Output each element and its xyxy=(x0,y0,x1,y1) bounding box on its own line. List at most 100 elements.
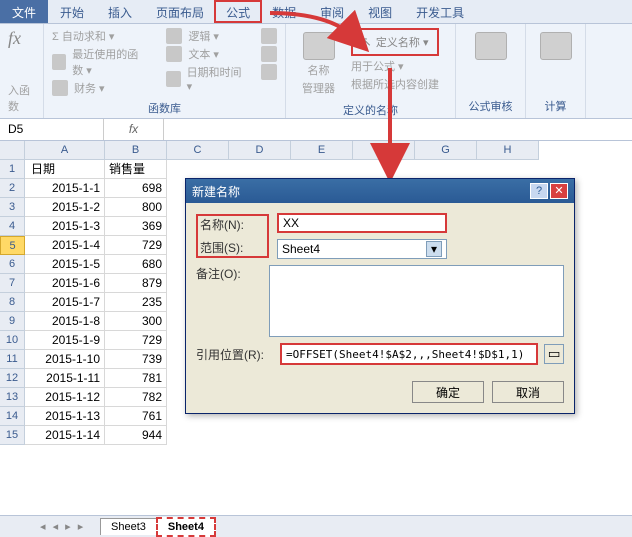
menu-view[interactable]: 视图 xyxy=(356,0,404,23)
header-cell[interactable]: 销售量 xyxy=(105,160,167,179)
col-header-f[interactable]: F xyxy=(353,141,415,160)
date-cell[interactable]: 2015-1-13 xyxy=(25,407,105,426)
create-from-selection-button[interactable]: 根据所选内容创建 xyxy=(351,76,439,92)
col-header-c[interactable]: C xyxy=(167,141,229,160)
ref-input[interactable] xyxy=(280,343,538,365)
ribbon: fx 入函数 Σ 自动求和 ▾ 最近使用的函数 ▾ 财务 ▾ 逻辑 ▾ 文本 ▾… xyxy=(0,24,632,119)
row-header[interactable]: 15 xyxy=(0,426,25,445)
cancel-button[interactable]: 取消 xyxy=(492,381,564,403)
text-button[interactable]: 文本 ▾ xyxy=(166,46,243,62)
formula-audit-button[interactable] xyxy=(464,28,517,64)
menu-formulas[interactable]: 公式 xyxy=(214,0,262,23)
select-all-corner[interactable] xyxy=(0,141,25,160)
menu-insert[interactable]: 插入 xyxy=(96,0,144,23)
row-header[interactable]: 9 xyxy=(0,312,25,331)
sheet-tab-sheet4[interactable]: Sheet4 xyxy=(156,517,216,537)
autosum-button[interactable]: Σ 自动求和 ▾ xyxy=(52,28,148,44)
menu-home[interactable]: 开始 xyxy=(48,0,96,23)
col-header-a[interactable]: A xyxy=(25,141,105,160)
value-cell[interactable]: 369 xyxy=(105,217,167,236)
value-cell[interactable]: 729 xyxy=(105,331,167,350)
row-header[interactable]: 11 xyxy=(0,350,25,369)
fx-label[interactable]: fx xyxy=(104,119,164,140)
new-name-dialog: 新建名称 ? ✕ 名称(N): 范围(S): Sheet4 ▾ 备注(O): xyxy=(185,178,575,414)
calculation-button[interactable] xyxy=(534,28,577,64)
use-in-formula-button[interactable]: 用于公式 ▾ xyxy=(351,58,439,74)
dropdown-icon[interactable]: ▾ xyxy=(426,241,442,257)
date-cell[interactable]: 2015-1-4 xyxy=(25,236,105,255)
dialog-close-button[interactable]: ✕ xyxy=(550,183,568,199)
scope-value: Sheet4 xyxy=(282,242,320,256)
dialog-help-button[interactable]: ? xyxy=(530,183,548,199)
row-header[interactable]: 6 xyxy=(0,255,25,274)
row-header[interactable]: 13 xyxy=(0,388,25,407)
menu-data[interactable]: 数据 xyxy=(260,0,308,23)
row-header[interactable]: 5 xyxy=(0,236,25,255)
row-header[interactable]: 10 xyxy=(0,331,25,350)
menu-pagelayout[interactable]: 页面布局 xyxy=(144,0,216,23)
dialog-titlebar[interactable]: 新建名称 ? ✕ xyxy=(186,179,574,203)
name-input[interactable] xyxy=(277,213,447,233)
row-header[interactable]: 3 xyxy=(0,198,25,217)
date-cell[interactable]: 2015-1-14 xyxy=(25,426,105,445)
date-cell[interactable]: 2015-1-8 xyxy=(25,312,105,331)
header-cell[interactable]: 日期 xyxy=(25,160,105,179)
date-cell[interactable]: 2015-1-12 xyxy=(25,388,105,407)
comment-textarea[interactable] xyxy=(269,265,564,337)
col-header-h[interactable]: H xyxy=(477,141,539,160)
value-cell[interactable]: 729 xyxy=(105,236,167,255)
col-header-g[interactable]: G xyxy=(415,141,477,160)
sheet-tab-sheet3[interactable]: Sheet3 xyxy=(100,518,157,535)
row-header[interactable]: 14 xyxy=(0,407,25,426)
define-name-button[interactable]: ↖ 定义名称 ▾ xyxy=(351,28,439,56)
value-cell[interactable]: 698 xyxy=(105,179,167,198)
value-cell[interactable]: 761 xyxy=(105,407,167,426)
date-cell[interactable]: 2015-1-3 xyxy=(25,217,105,236)
row-header[interactable]: 12 xyxy=(0,369,25,388)
row-header[interactable]: 8 xyxy=(0,293,25,312)
date-cell[interactable]: 2015-1-11 xyxy=(25,369,105,388)
recent-button[interactable]: 最近使用的函数 ▾ xyxy=(52,46,148,78)
col-header-b[interactable]: B xyxy=(105,141,167,160)
row-header[interactable]: 2 xyxy=(0,179,25,198)
date-cell[interactable]: 2015-1-7 xyxy=(25,293,105,312)
row-header[interactable]: 7 xyxy=(0,274,25,293)
value-cell[interactable]: 781 xyxy=(105,369,167,388)
datetime-button[interactable]: 日期和时间 ▾ xyxy=(166,64,243,93)
logical-button[interactable]: 逻辑 ▾ xyxy=(166,28,243,44)
value-cell[interactable]: 300 xyxy=(105,312,167,331)
value-cell[interactable]: 782 xyxy=(105,388,167,407)
formula-input[interactable] xyxy=(164,119,632,140)
cells-grid[interactable]: 日期销售量2015-1-16982015-1-28002015-1-336920… xyxy=(25,160,167,445)
name-manager-button[interactable]: 名称 管理器 xyxy=(294,28,343,100)
date-cell[interactable]: 2015-1-1 xyxy=(25,179,105,198)
name-box[interactable]: D5 xyxy=(0,119,104,140)
tab-nav-buttons[interactable]: ◂ ◂ ▸ ▸ xyxy=(40,520,100,533)
ref-picker-button[interactable]: ▭ xyxy=(544,344,564,364)
financial-button[interactable]: 财务 ▾ xyxy=(52,80,148,96)
date-cell[interactable]: 2015-1-10 xyxy=(25,350,105,369)
value-cell[interactable]: 235 xyxy=(105,293,167,312)
scope-select[interactable]: Sheet4 ▾ xyxy=(277,239,447,259)
insert-function-icon[interactable]: fx xyxy=(8,28,35,49)
insert-function-label: 入函数 xyxy=(8,82,35,114)
date-cell[interactable]: 2015-1-9 xyxy=(25,331,105,350)
date-cell[interactable]: 2015-1-5 xyxy=(25,255,105,274)
value-cell[interactable]: 800 xyxy=(105,198,167,217)
value-cell[interactable]: 680 xyxy=(105,255,167,274)
sheet-tabs: ◂ ◂ ▸ ▸ Sheet3 Sheet4 xyxy=(0,515,632,537)
name-label: 名称(N): xyxy=(200,216,265,233)
col-header-e[interactable]: E xyxy=(291,141,353,160)
menu-review[interactable]: 审阅 xyxy=(308,0,356,23)
row-header[interactable]: 1 xyxy=(0,160,25,179)
col-header-d[interactable]: D xyxy=(229,141,291,160)
ok-button[interactable]: 确定 xyxy=(412,381,484,403)
date-cell[interactable]: 2015-1-2 xyxy=(25,198,105,217)
date-cell[interactable]: 2015-1-6 xyxy=(25,274,105,293)
value-cell[interactable]: 944 xyxy=(105,426,167,445)
row-header[interactable]: 4 xyxy=(0,217,25,236)
value-cell[interactable]: 879 xyxy=(105,274,167,293)
menu-dev[interactable]: 开发工具 xyxy=(404,0,476,23)
menu-file[interactable]: 文件 xyxy=(0,0,48,23)
value-cell[interactable]: 739 xyxy=(105,350,167,369)
